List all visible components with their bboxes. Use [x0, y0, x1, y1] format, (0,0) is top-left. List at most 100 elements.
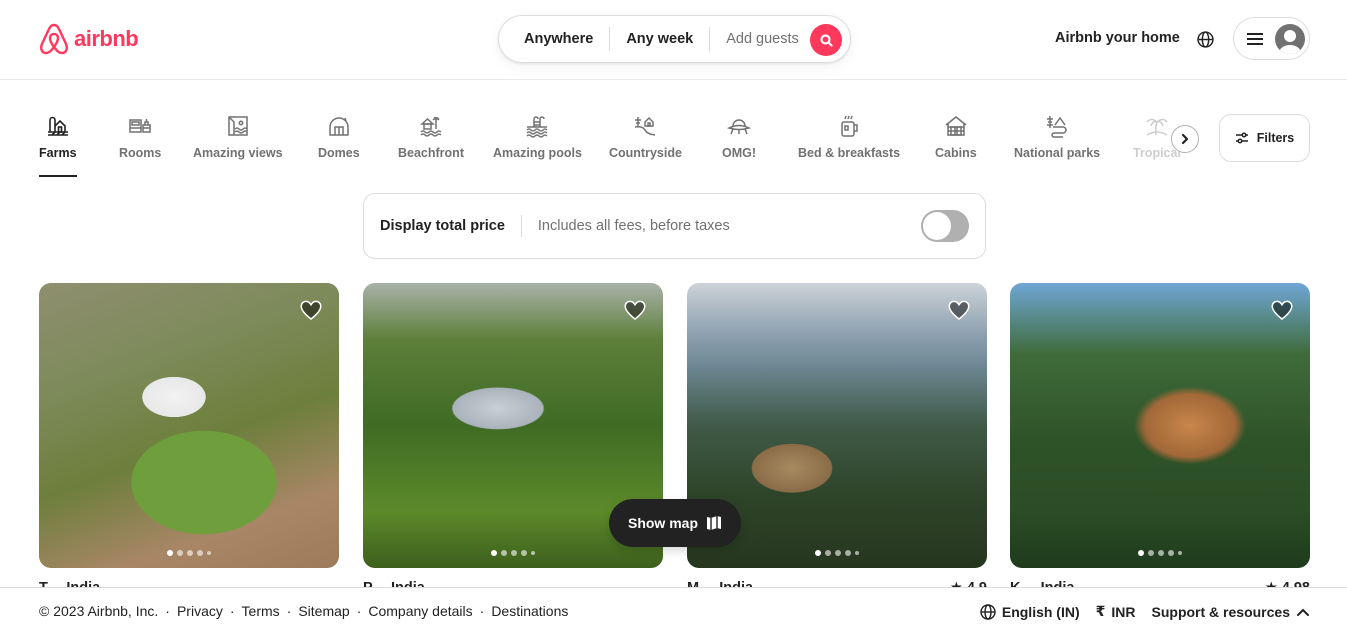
category-rooms[interactable]: Rooms	[119, 114, 161, 160]
currency-selector[interactable]: ₹ INR	[1096, 603, 1136, 620]
dome-icon	[329, 117, 349, 136]
category-amazing-views[interactable]: Amazing views	[193, 114, 283, 160]
active-underline	[39, 175, 77, 177]
search-guests[interactable]: Add guests	[710, 31, 815, 47]
category-label: National parks	[1014, 146, 1101, 160]
category-label: Cabins	[935, 146, 977, 160]
language-button[interactable]	[1194, 28, 1216, 50]
show-map-button[interactable]: Show map	[609, 499, 741, 547]
search-bar[interactable]: Anywhere Any week Add guests	[498, 15, 851, 63]
category-bed-and-breakfasts[interactable]: Bed & breakfasts	[798, 114, 900, 160]
total-price-toggle[interactable]	[921, 210, 969, 242]
beach-icon	[420, 116, 442, 137]
listing-photo[interactable]	[39, 283, 339, 568]
pagination-dot[interactable]	[1158, 550, 1164, 556]
footer-link-privacy[interactable]: Privacy	[177, 603, 223, 619]
airbnb-logo[interactable]: airbnb	[38, 22, 139, 56]
search-dates[interactable]: Any week	[610, 31, 709, 47]
brand-name: airbnb	[74, 26, 139, 51]
language-selector[interactable]: English (IN)	[980, 604, 1080, 620]
category-label: Amazing views	[193, 146, 283, 160]
filters-label: Filters	[1256, 131, 1295, 145]
pagination-dot[interactable]	[855, 551, 859, 555]
category-label: Domes	[318, 146, 360, 160]
pagination-dot[interactable]	[1148, 550, 1154, 556]
chevron-right-icon	[1181, 133, 1189, 145]
category-farms[interactable]: Farms	[39, 114, 77, 177]
footer-settings: English (IN) ₹ INR Support & resources	[980, 603, 1310, 620]
category-amazing-pools[interactable]: Amazing pools	[493, 114, 582, 160]
footer-separator: ·	[479, 603, 485, 619]
category-label: Bed & breakfasts	[798, 146, 901, 160]
pagination-dot[interactable]	[511, 550, 517, 556]
airbnb-your-home-link[interactable]: Airbnb your home	[1055, 30, 1180, 46]
category-beachfront[interactable]: Beachfront	[398, 114, 464, 160]
pagination-dot[interactable]	[815, 550, 821, 556]
price-toggle-title: Display total price	[380, 218, 505, 234]
mug-icon	[841, 115, 858, 137]
pagination-dot[interactable]	[1168, 550, 1174, 556]
pagination-dot[interactable]	[177, 550, 183, 556]
category-countryside[interactable]: Countryside	[609, 114, 682, 160]
footer-link-sitemap[interactable]: Sitemap	[298, 603, 349, 619]
pagination-dot[interactable]	[187, 550, 193, 556]
copyright: © 2023 Airbnb, Inc.	[39, 603, 159, 619]
footer-link-company-details[interactable]: Company details	[368, 603, 472, 619]
support-label: Support & resources	[1151, 603, 1290, 620]
listing-card[interactable]: K..., India ★ 4.98	[1010, 283, 1310, 598]
globe-icon	[1196, 30, 1214, 48]
chevron-up-icon	[1297, 608, 1309, 616]
countryside-icon	[635, 116, 656, 136]
category-label: Farms	[39, 146, 77, 160]
heart-icon[interactable]	[947, 298, 971, 322]
pagination-dot[interactable]	[825, 550, 831, 556]
category-cabins[interactable]: Cabins	[935, 114, 977, 160]
listing-photo[interactable]	[1010, 283, 1310, 568]
footer: © 2023 Airbnb, Inc. · Privacy · Terms · …	[0, 587, 1347, 633]
pagination-dot[interactable]	[845, 550, 851, 556]
footer-link-destinations[interactable]: Destinations	[491, 603, 568, 619]
show-map-label: Show map	[627, 515, 698, 531]
pagination-dot[interactable]	[1138, 550, 1144, 556]
airbnb-logo-icon	[40, 23, 68, 55]
search-icon	[819, 33, 833, 47]
photo-pagination	[687, 550, 987, 556]
globe-icon	[980, 603, 996, 620]
footer-separator: ·	[286, 603, 292, 619]
search-button[interactable]	[810, 24, 842, 56]
category-scroll-next-button[interactable]	[1171, 125, 1199, 153]
pagination-dot[interactable]	[1178, 551, 1182, 555]
heart-icon[interactable]	[623, 298, 647, 322]
pagination-dot[interactable]	[531, 551, 535, 555]
listing-card[interactable]: P..., India	[363, 283, 663, 598]
display-total-price-bar: Display total price Includes all fees, b…	[363, 193, 986, 259]
heart-icon[interactable]	[1270, 298, 1294, 322]
support-resources-button[interactable]: Support & resources	[1152, 604, 1310, 620]
pagination-dot[interactable]	[835, 550, 841, 556]
filters-button[interactable]: Filters	[1219, 114, 1310, 162]
language-label: English (IN)	[1001, 603, 1080, 620]
top-header: airbnb Anywhere Any week Add guests Airb…	[0, 0, 1347, 80]
pagination-dot[interactable]	[197, 550, 203, 556]
palm-icon	[1146, 118, 1168, 136]
pagination-dot[interactable]	[501, 550, 507, 556]
category-domes[interactable]: Domes	[318, 114, 360, 160]
category-omg[interactable]: OMG!	[722, 114, 756, 160]
footer-link-terms[interactable]: Terms	[242, 603, 280, 619]
search-location[interactable]: Anywhere	[499, 31, 609, 47]
pagination-dot[interactable]	[207, 551, 211, 555]
listing-card[interactable]: T..., India	[39, 283, 339, 598]
price-toggle-subtitle: Includes all fees, before taxes	[537, 218, 730, 234]
user-avatar-icon	[1275, 23, 1305, 54]
bed-icon	[129, 119, 151, 133]
user-menu-button[interactable]	[1233, 17, 1310, 60]
heart-icon[interactable]	[299, 298, 323, 322]
listing-card[interactable]: M..., India ★ 4.9	[687, 283, 987, 598]
category-label: Beachfront	[398, 146, 464, 160]
category-label: OMG!	[722, 146, 757, 160]
pagination-dot[interactable]	[491, 550, 497, 556]
pagination-dot[interactable]	[167, 550, 173, 556]
category-national-parks[interactable]: National parks	[1014, 114, 1100, 160]
rupee-icon: ₹	[1095, 603, 1106, 619]
pagination-dot[interactable]	[521, 550, 527, 556]
